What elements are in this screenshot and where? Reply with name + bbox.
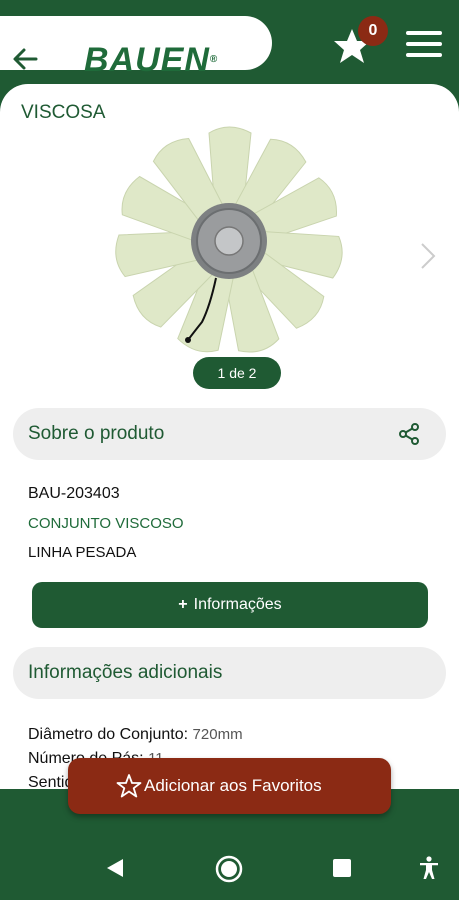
about-product-title: Sobre o produto — [28, 423, 165, 444]
hamburger-menu-icon[interactable] — [405, 29, 443, 59]
arrow-left-icon[interactable] — [10, 44, 40, 74]
spec-value: 720mm — [192, 726, 243, 743]
product-line: LINHA PESADA — [28, 544, 137, 561]
chevron-right-icon[interactable] — [416, 240, 440, 272]
bauen-logo: BAUEN® — [84, 41, 219, 79]
add-to-favorites-button[interactable]: Adicionar aos Favoritos — [68, 758, 391, 814]
more-info-button[interactable]: + Informações — [32, 582, 428, 628]
nav-back-icon[interactable] — [104, 857, 126, 879]
nav-recents-icon[interactable] — [332, 858, 352, 878]
spec-label: Diâmetro do Conjunto: — [28, 726, 189, 743]
star-outline-icon — [116, 774, 142, 798]
product-image-fan[interactable] — [114, 126, 344, 356]
logo-header-pill: BAUEN® — [0, 16, 272, 79]
product-code: BAU-203403 — [28, 485, 120, 502]
accessibility-icon[interactable] — [418, 856, 440, 880]
spec-row: Diâmetro do Conjunto: 720mm — [28, 726, 243, 744]
product-title: VISCOSA — [21, 102, 106, 123]
share-icon[interactable] — [397, 422, 421, 446]
additional-info-section: Informações adicionais — [13, 647, 446, 699]
more-info-label: Informações — [193, 596, 282, 613]
plus-icon: + — [178, 596, 188, 613]
system-navigation-bar — [0, 830, 459, 900]
favorites-count-badge: 0 — [358, 16, 388, 46]
nav-home-icon[interactable] — [214, 854, 244, 884]
about-product-section: Sobre o produto — [13, 408, 446, 460]
additional-info-title: Informações adicionais — [28, 662, 223, 683]
product-card: VISCOSA 1 de 2 Sobre o produto BAU-20340… — [0, 84, 459, 789]
add-to-favorites-label: Adicionar aos Favoritos — [144, 776, 322, 795]
product-name: CONJUNTO VISCOSO — [28, 515, 184, 532]
image-pager-badge: 1 de 2 — [193, 357, 281, 389]
